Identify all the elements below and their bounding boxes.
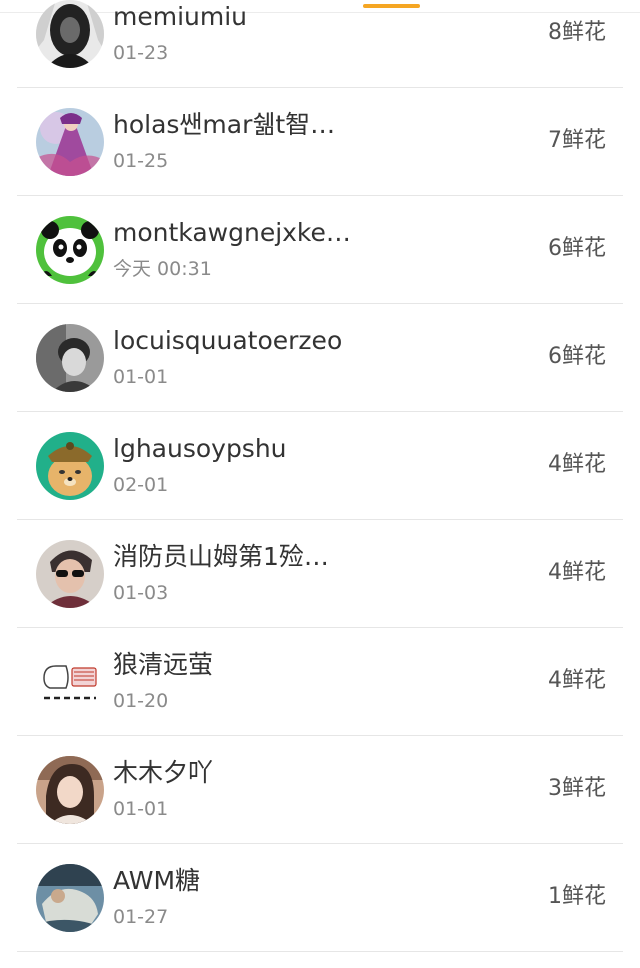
flower-ranking-list: memiumiu 01-23 8鲜花 holas쌘mar쉚t智… 01-25 7… bbox=[0, 0, 640, 952]
flower-count: 3鲜花 bbox=[548, 776, 606, 801]
avatar-girl-portrait-icon[interactable] bbox=[36, 756, 104, 824]
avatar-sketch-text-icon[interactable] bbox=[36, 648, 104, 716]
user-name[interactable]: lghausoypshu bbox=[113, 434, 363, 464]
user-name[interactable]: 木木夕吖 bbox=[113, 758, 363, 788]
user-name[interactable]: montkawgnejxkez… bbox=[113, 218, 363, 248]
list-item[interactable]: holas쌘mar쉚t智… 01-25 7鲜花 bbox=[17, 88, 623, 196]
user-name[interactable]: AWM糖 bbox=[113, 866, 363, 896]
list-item[interactable]: locuisquuatoerzeo 01-01 6鲜花 bbox=[17, 304, 623, 412]
gift-date: 今天 00:31 bbox=[113, 258, 212, 280]
avatar-painting-icon[interactable] bbox=[36, 864, 104, 932]
flower-count: 4鲜花 bbox=[548, 668, 606, 693]
gift-date: 02-01 bbox=[113, 474, 169, 496]
list-item[interactable]: 狼清远萤 01-20 4鲜花 bbox=[17, 628, 623, 736]
gift-date: 01-27 bbox=[113, 906, 169, 928]
avatar-dark-portrait-icon[interactable] bbox=[36, 0, 104, 68]
flower-count: 7鲜花 bbox=[548, 128, 606, 153]
user-name[interactable]: holas쌘mar쉚t智… bbox=[113, 110, 363, 140]
user-name[interactable]: memiumiu bbox=[113, 2, 363, 32]
gift-date: 01-20 bbox=[113, 690, 169, 712]
gift-date: 01-01 bbox=[113, 798, 169, 820]
flower-count: 4鲜花 bbox=[548, 560, 606, 585]
avatar-doge-icon[interactable] bbox=[36, 432, 104, 500]
flower-count: 8鲜花 bbox=[548, 20, 606, 45]
list-item[interactable]: memiumiu 01-23 8鲜花 bbox=[17, 0, 623, 88]
avatar-fantasy-art-icon[interactable] bbox=[36, 108, 104, 176]
avatar-bw-portrait-icon[interactable] bbox=[36, 324, 104, 392]
user-name[interactable]: 消防员山姆第1殓… bbox=[113, 542, 363, 572]
list-item[interactable]: montkawgnejxkez… 今天 00:31 6鲜花 bbox=[17, 196, 623, 304]
user-name[interactable]: 狼清远萤 bbox=[113, 650, 363, 680]
avatar-panda-icon[interactable] bbox=[36, 216, 104, 284]
gift-date: 01-25 bbox=[113, 150, 169, 172]
user-name[interactable]: locuisquuatoerzeo bbox=[113, 326, 363, 356]
flower-count: 4鲜花 bbox=[548, 452, 606, 477]
flower-count: 6鲜花 bbox=[548, 344, 606, 369]
list-item[interactable]: lghausoypshu 02-01 4鲜花 bbox=[17, 412, 623, 520]
list-item[interactable]: AWM糖 01-27 1鲜花 bbox=[17, 844, 623, 952]
flower-count: 1鲜花 bbox=[548, 884, 606, 909]
gift-date: 01-23 bbox=[113, 42, 169, 64]
list-item[interactable]: 消防员山姆第1殓… 01-03 4鲜花 bbox=[17, 520, 623, 628]
avatar-sunglasses-man-icon[interactable] bbox=[36, 540, 104, 608]
list-item[interactable]: 木木夕吖 01-01 3鲜花 bbox=[17, 736, 623, 844]
flower-count: 6鲜花 bbox=[548, 236, 606, 261]
gift-date: 01-03 bbox=[113, 582, 169, 604]
gift-date: 01-01 bbox=[113, 366, 169, 388]
